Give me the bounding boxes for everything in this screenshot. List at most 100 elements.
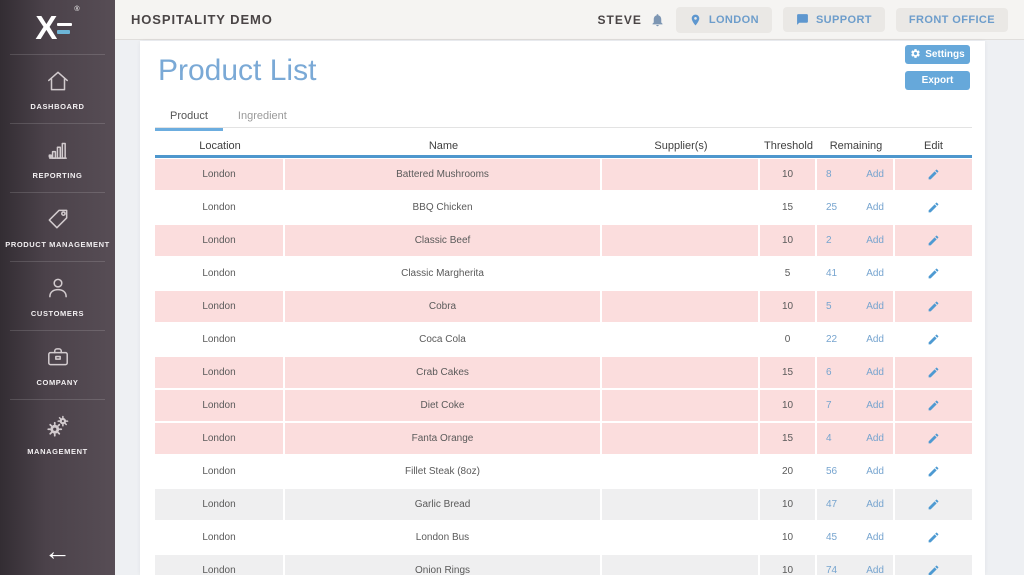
table-row: London Cobra 10 5 Add	[155, 291, 972, 322]
remaining-value[interactable]: 41	[826, 268, 837, 279]
app-title: HOSPITALITY DEMO	[131, 12, 273, 27]
edit-pencil-icon[interactable]	[927, 498, 940, 511]
front-office-button[interactable]: FRONT OFFICE	[896, 8, 1008, 32]
cell-name: Crab Cakes	[285, 357, 602, 388]
remaining-value[interactable]: 22	[826, 334, 837, 345]
cell-remaining: 56 Add	[817, 456, 895, 487]
cell-location: London	[155, 489, 285, 520]
add-stock-link[interactable]: Add	[866, 565, 884, 575]
add-stock-link[interactable]: Add	[866, 301, 884, 312]
edit-pencil-icon[interactable]	[927, 366, 940, 379]
cell-remaining: 6 Add	[817, 357, 895, 388]
cell-edit	[895, 291, 972, 322]
edit-pencil-icon[interactable]	[927, 432, 940, 445]
add-stock-link[interactable]: Add	[866, 400, 884, 411]
remaining-value[interactable]: 6	[826, 367, 832, 378]
cell-threshold: 15	[760, 192, 817, 223]
remaining-value[interactable]: 25	[826, 202, 837, 213]
cell-threshold: 10	[760, 522, 817, 553]
edit-pencil-icon[interactable]	[927, 531, 940, 544]
table-body: London Battered Mushrooms 10 8 Add Londo…	[155, 159, 972, 575]
cell-remaining: 4 Add	[817, 423, 895, 454]
add-stock-link[interactable]: Add	[866, 367, 884, 378]
edit-pencil-icon[interactable]	[927, 234, 940, 247]
remaining-value[interactable]: 47	[826, 499, 837, 510]
table-header-row: Location Name Supplier(s) Threshold Rema…	[155, 137, 972, 158]
edit-pencil-icon[interactable]	[927, 267, 940, 280]
remaining-value[interactable]: 2	[826, 235, 832, 246]
edit-pencil-icon[interactable]	[927, 168, 940, 181]
cell-remaining: 41 Add	[817, 258, 895, 289]
cell-name: London Bus	[285, 522, 602, 553]
cell-edit	[895, 456, 972, 487]
product-table: Location Name Supplier(s) Threshold Rema…	[155, 137, 972, 575]
cell-threshold: 0	[760, 324, 817, 355]
export-button[interactable]: Export	[905, 71, 970, 90]
column-header-threshold: Threshold	[760, 140, 817, 152]
sidebar-item-reporting[interactable]: REPORTING	[0, 123, 115, 192]
remaining-value[interactable]: 45	[826, 532, 837, 543]
cell-suppliers	[602, 555, 760, 575]
table-row: London Garlic Bread 10 47 Add	[155, 489, 972, 520]
table-row: London Battered Mushrooms 10 8 Add	[155, 159, 972, 190]
remaining-value[interactable]: 74	[826, 565, 837, 575]
cell-suppliers	[602, 159, 760, 190]
cell-name: Garlic Bread	[285, 489, 602, 520]
add-stock-link[interactable]: Add	[866, 169, 884, 180]
sidebar-item-company[interactable]: COMPANY	[0, 330, 115, 399]
cell-suppliers	[602, 357, 760, 388]
edit-pencil-icon[interactable]	[927, 465, 940, 478]
support-button[interactable]: SUPPORT	[783, 7, 885, 32]
cell-suppliers	[602, 324, 760, 355]
edit-pencil-icon[interactable]	[927, 564, 940, 575]
sidebar-item-label: COMPANY	[37, 378, 79, 387]
add-stock-link[interactable]: Add	[866, 466, 884, 477]
cell-edit	[895, 324, 972, 355]
cell-location: London	[155, 390, 285, 421]
logo-text: X	[35, 11, 55, 44]
cell-location: London	[155, 423, 285, 454]
app-logo[interactable]: X ®	[0, 0, 115, 54]
tab-divider-line	[155, 127, 972, 128]
add-stock-link[interactable]: Add	[866, 334, 884, 345]
add-stock-link[interactable]: Add	[866, 235, 884, 246]
person-icon	[45, 274, 71, 302]
sidebar-item-dashboard[interactable]: DASHBOARD	[0, 54, 115, 123]
remaining-value[interactable]: 56	[826, 466, 837, 477]
edit-pencil-icon[interactable]	[927, 333, 940, 346]
collapse-sidebar-arrow-icon[interactable]: ←	[0, 538, 115, 565]
logo-registered-mark: ®	[74, 6, 79, 13]
cell-suppliers	[602, 522, 760, 553]
remaining-value[interactable]: 7	[826, 400, 832, 411]
cell-suppliers	[602, 423, 760, 454]
edit-pencil-icon[interactable]	[927, 201, 940, 214]
remaining-value[interactable]: 8	[826, 169, 832, 180]
cell-edit	[895, 555, 972, 575]
sidebar-item-management[interactable]: MANAGEMENT	[0, 399, 115, 468]
sidebar-item-product-management[interactable]: PRODUCT MANAGEMENT	[0, 192, 115, 261]
location-button[interactable]: LONDON	[676, 7, 772, 33]
sidebar-item-customers[interactable]: CUSTOMERS	[0, 261, 115, 330]
add-stock-link[interactable]: Add	[866, 268, 884, 279]
support-button-label: SUPPORT	[816, 14, 872, 26]
cell-remaining: 7 Add	[817, 390, 895, 421]
remaining-value[interactable]: 4	[826, 433, 832, 444]
notifications-bell-icon[interactable]	[650, 12, 665, 28]
user-menu[interactable]: STEVE	[598, 12, 665, 28]
cell-threshold: 20	[760, 456, 817, 487]
add-stock-link[interactable]: Add	[866, 202, 884, 213]
table-row: London Coca Cola 0 22 Add	[155, 324, 972, 355]
remaining-value[interactable]: 5	[826, 301, 832, 312]
edit-pencil-icon[interactable]	[927, 300, 940, 313]
front-office-button-label: FRONT OFFICE	[909, 14, 995, 26]
edit-pencil-icon[interactable]	[927, 399, 940, 412]
tag-icon	[45, 205, 71, 233]
add-stock-link[interactable]: Add	[866, 433, 884, 444]
add-stock-link[interactable]: Add	[866, 532, 884, 543]
cell-edit	[895, 192, 972, 223]
cell-name: Classic Margherita	[285, 258, 602, 289]
cell-location: London	[155, 324, 285, 355]
settings-button[interactable]: Settings	[905, 45, 970, 64]
add-stock-link[interactable]: Add	[866, 499, 884, 510]
sidebar-item-label: CUSTOMERS	[31, 309, 84, 318]
